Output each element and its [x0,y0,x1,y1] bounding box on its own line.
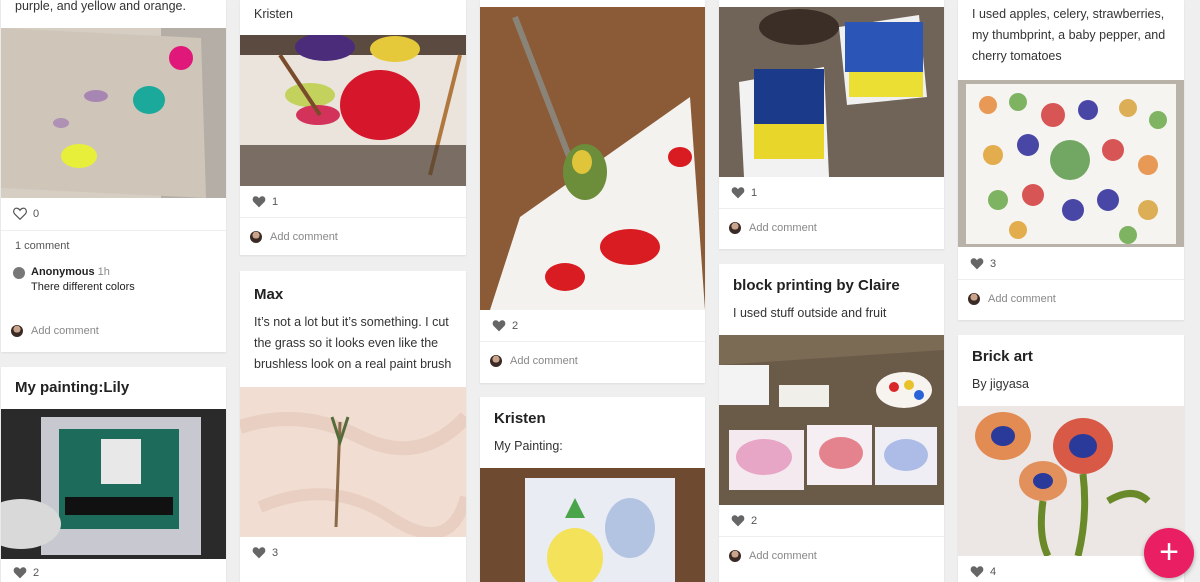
like-button[interactable]: 4 [970,565,996,578]
post-image[interactable] [480,468,705,582]
add-comment[interactable]: Add comment [968,293,1056,305]
add-comment-label: Add comment [749,222,817,234]
post-image-art [1,28,226,198]
avatar [729,222,741,234]
post-image[interactable] [480,7,705,310]
heart-icon [731,515,745,527]
like-button[interactable]: 2 [731,514,757,527]
post-image-art [240,35,466,186]
post-image-art [719,335,944,505]
comment-time: 1h [97,266,110,278]
post-image[interactable] [240,35,466,186]
post-body: Kristen [254,7,293,21]
post-title: block printing by Claire [733,277,900,294]
post-card[interactable]: 2 Add comment [480,0,705,383]
comment: Anonymous 1h There different colors [13,266,135,293]
post-image-art [958,80,1184,247]
heart-icon [492,320,506,332]
like-button[interactable]: 2 [13,566,39,579]
add-comment-label: Add comment [510,355,578,367]
like-button[interactable]: 3 [970,257,996,270]
post-card[interactable]: Kristen 1 Add comment [240,0,466,255]
like-count: 0 [33,207,40,220]
post-card[interactable]: Max It’s not a lot but it’s something. I… [240,271,466,582]
post-image-art [1,409,226,559]
post-title: Max [254,286,284,303]
add-comment[interactable]: Add comment [729,222,817,234]
post-body: It’s not a lot but it’s something. I cut… [254,315,452,371]
post-image-art [240,387,466,537]
add-comment[interactable]: Add comment [11,325,99,337]
add-comment-label: Add comment [749,550,817,562]
post-body: I used stuff outside and fruit [733,306,887,320]
like-count: 2 [751,514,758,527]
post-card[interactable]: 1 Add comment [719,0,944,249]
like-count: 4 [990,565,997,578]
post-image[interactable] [958,80,1184,247]
post-image-art [480,468,705,582]
comment-count[interactable]: 1 comment [15,240,69,252]
heart-icon [731,187,745,199]
post-image[interactable] [719,7,944,177]
avatar [490,355,502,367]
like-count: 3 [990,257,997,270]
post-title: My painting:Lily [15,379,130,396]
avatar [250,231,262,243]
like-count: 1 [751,186,758,199]
post-card[interactable]: My painting:Lily 2 [1,367,226,582]
post-card[interactable]: I used apples, celery, strawberries, my … [958,0,1184,320]
comment-author: Anonymous [31,266,95,278]
like-button[interactable]: 2 [492,319,518,332]
add-comment[interactable]: Add comment [729,550,817,562]
post-body: purple, and yellow and orange. [15,0,186,13]
add-comment[interactable]: Add comment [250,231,338,243]
add-comment-label: Add comment [31,325,99,337]
like-count: 3 [272,546,279,559]
add-comment-label: Add comment [988,293,1056,305]
post-card[interactable]: Kristen My Painting: [480,397,705,582]
post-title: Kristen [494,410,546,427]
avatar [968,293,980,305]
add-post-button[interactable]: + [1144,528,1194,578]
post-image-art [719,7,944,177]
anonymous-avatar-icon [13,267,25,279]
post-body: I used apples, celery, strawberries, my … [972,7,1166,63]
like-count: 2 [512,319,519,332]
like-button[interactable]: 3 [252,546,278,559]
comment-text: There different colors [31,281,135,293]
like-button[interactable]: 1 [731,186,757,199]
heart-outline-icon [13,207,27,220]
heart-icon [252,547,266,559]
heart-icon [970,566,984,578]
like-button[interactable]: 1 [252,195,278,208]
post-body: By jigyasa [972,377,1029,391]
post-image-art [480,7,705,310]
post-image[interactable] [719,335,944,505]
post-image[interactable] [1,28,226,198]
add-comment-label: Add comment [270,231,338,243]
post-image-art [958,406,1184,556]
post-body: My Painting: [494,439,563,453]
post-card[interactable]: purple, and yellow and orange. 0 1 comme… [1,0,226,352]
post-image[interactable] [958,406,1184,556]
like-count: 1 [272,195,279,208]
plus-icon: + [1159,533,1179,571]
post-image[interactable] [1,409,226,559]
like-button[interactable]: 0 [13,207,39,220]
avatar [729,550,741,562]
heart-icon [13,567,27,579]
avatar [11,325,23,337]
post-card[interactable]: block printing by Claire I used stuff ou… [719,264,944,582]
add-comment[interactable]: Add comment [490,355,578,367]
heart-icon [252,196,266,208]
post-image[interactable] [240,387,466,537]
post-title: Brick art [972,348,1033,365]
heart-icon [970,258,984,270]
